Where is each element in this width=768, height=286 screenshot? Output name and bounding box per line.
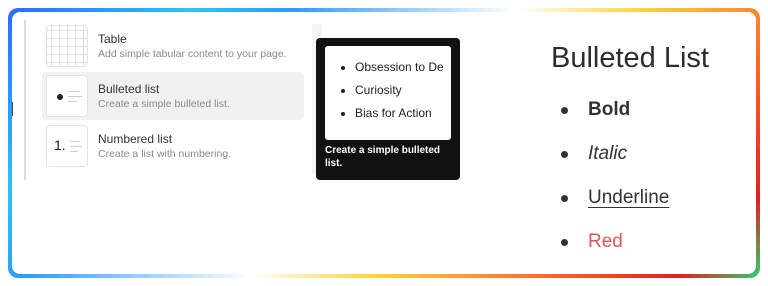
document-heading[interactable]: Bulleted List — [551, 42, 709, 75]
block-preview-tooltip: Obsession to De Curiosity Bias for Actio… — [316, 38, 460, 180]
bulleted-list-icon — [46, 75, 88, 117]
list-item-text: Underline — [588, 187, 670, 208]
document-bullet-list: Bold Italic Underline Red — [540, 88, 669, 264]
menu-item-numbered-list[interactable]: 1. Numbered list Create a list with numb… — [42, 122, 304, 170]
list-item[interactable]: Bold — [540, 88, 669, 132]
menu-item-table[interactable]: Table Add simple tabular content to your… — [42, 22, 304, 70]
numbered-list-icon: 1. — [46, 125, 88, 167]
list-item-text: Bold — [588, 99, 631, 120]
menu-item-description: Create a simple bulleted list. — [98, 97, 230, 110]
menu-item-title: Bulleted list — [98, 81, 160, 96]
list-item[interactable]: Red — [540, 220, 669, 264]
tooltip-caption: Create a simple bulleted list. — [325, 145, 441, 169]
menu-item-description: Add simple tabular content to your page. — [98, 47, 287, 60]
preview-list-item: Bias for Action — [355, 102, 451, 125]
table-icon — [46, 25, 88, 67]
block-type-menu: Table Add simple tabular content to your… — [12, 20, 314, 180]
menu-item-description: Create a list with numbering. — [98, 147, 232, 160]
list-item[interactable]: Underline — [540, 176, 669, 220]
list-item-text: Red — [588, 231, 623, 252]
cursor-caret — [12, 102, 23, 116]
preview-list-item: Obsession to De — [355, 56, 451, 79]
preview-bullet-list: Obsession to De Curiosity Bias for Actio… — [325, 46, 451, 125]
preview-list-item: Curiosity — [355, 79, 451, 102]
list-item-text: Italic — [588, 143, 628, 164]
menu-item-title: Numbered list — [98, 131, 173, 146]
menu-border — [24, 20, 26, 180]
menu-item-bulleted-list[interactable]: Bulleted list Create a simple bulleted l… — [42, 72, 304, 120]
menu-item-title: Table — [98, 31, 127, 46]
number-glyph: 1. — [54, 137, 66, 153]
preview-card: Obsession to De Curiosity Bias for Actio… — [325, 46, 451, 140]
list-item[interactable]: Italic — [540, 132, 669, 176]
